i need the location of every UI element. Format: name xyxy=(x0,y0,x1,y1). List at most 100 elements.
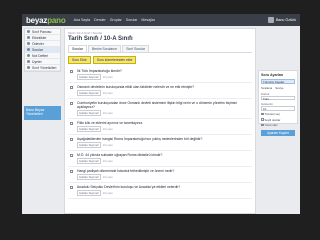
tab-questions[interactable]: Sorular xyxy=(68,45,87,52)
sort-option-b[interactable]: Seviye xyxy=(275,86,283,90)
question-type-tag: Çoktan Seçmeli xyxy=(77,110,101,116)
managers-icon xyxy=(27,66,30,69)
top-bar: beyazpano Ana Sayfa Dersler Gruplar Soru… xyxy=(22,14,300,26)
question-type-tag: Çoktan Seçmeli xyxy=(77,190,101,196)
app-window: beyazpano Ana Sayfa Dersler Gruplar Soru… xyxy=(22,14,300,214)
checkbox[interactable] xyxy=(261,123,264,127)
question-item[interactable]: Fiilin kök ve eklerini ayırınız ve tanım… xyxy=(68,119,252,135)
question-meta: Çoktan Seçmeli 10 puan xyxy=(77,110,250,116)
question-type-tag: Çoktan Seçmeli xyxy=(77,158,101,164)
question-type-tag: Çoktan Seçmeli xyxy=(77,74,101,80)
sort-options: Sıralama Seviye xyxy=(261,86,295,90)
homework-icon xyxy=(27,42,30,45)
calendar-icon xyxy=(27,36,30,39)
question-text: İlk Türk İmparatorluğu kimdir? xyxy=(77,69,122,73)
sidebar: Sınıf Panosu Etkinlikler Ödevler Sorular… xyxy=(24,28,61,72)
question-text: Fiilin kök ve eklerini ayırınız ve tanım… xyxy=(77,121,144,125)
checkbox[interactable] xyxy=(261,118,264,121)
user-menu[interactable]: Banu Öztürk xyxy=(268,17,296,23)
settings-panel: Soru Ayarları Tümünü Kaydet Sıralama Sev… xyxy=(258,70,298,136)
question-checkbox[interactable] xyxy=(70,121,73,125)
option-label: Tümünü seç xyxy=(264,112,280,116)
question-list: İlk Türk İmparatorluğu kimdir? Çoktan Seç… xyxy=(65,67,255,199)
question-type-tag: Çoktan Seçmeli xyxy=(77,90,101,96)
action-bar: Soru Ekle Soru kümelerinden ekle xyxy=(68,56,252,64)
question-text: Anadolu Selçuklu Devleti'nin kuruluşu ve… xyxy=(77,185,181,189)
sidebar-item-label: Sınıf Panosu xyxy=(32,29,52,34)
question-text: Aşağıdakilerden hangisi Roma İmparatorlu… xyxy=(77,137,203,141)
sort-option-a[interactable]: Sıralama xyxy=(261,86,272,90)
main-panel: Tarih / 10-A Sınıf / Sorular Tarih Sınıf… xyxy=(64,28,256,214)
question-checkbox[interactable] xyxy=(70,85,73,89)
question-meta: Çoktan Seçmeli 10 puan xyxy=(77,74,250,80)
tab-bar: Sorular Benim Sorularım Sınıf Sorular xyxy=(68,45,252,53)
sidebar-item-label: Sınıf Yöneticileri xyxy=(32,65,57,70)
question-points: 10 puan xyxy=(102,191,113,195)
user-name: Banu Öztürk xyxy=(276,18,296,22)
question-points: 10 puan xyxy=(102,175,113,179)
option-label: Seçili olanlar xyxy=(264,117,281,122)
question-text: Cumhuriyetin kuruluşundan önce Osmanlı d… xyxy=(77,101,237,109)
question-text: Hangi padişah döneminde İstanbul fethedi… xyxy=(77,169,175,173)
nav-groups[interactable]: Gruplar xyxy=(110,18,122,22)
question-item[interactable]: Anadolu Selçuklu Devleti'nin kuruluşu ve… xyxy=(68,183,252,199)
avatar xyxy=(268,17,275,23)
question-points: 10 puan xyxy=(102,127,113,131)
nav-home[interactable]: Ana Sayfa xyxy=(74,18,91,22)
count-select[interactable]: 10 xyxy=(261,106,295,111)
question-points: 10 puan xyxy=(102,111,113,115)
notebook-icon xyxy=(27,54,30,57)
question-item[interactable]: İlk Türk İmparatorluğu kimdir? Çoktan Seç… xyxy=(68,67,252,83)
sidebar-item-managers[interactable]: Sınıf Yöneticileri xyxy=(25,65,60,71)
question-text: Osmanlı devletinin kuruluşunda etkili ol… xyxy=(77,85,195,89)
info-box-line2: Yöneticileri xyxy=(26,112,43,116)
question-meta: Çoktan Seçmeli 10 puan xyxy=(77,90,250,96)
question-item[interactable]: Cumhuriyetin kuruluşundan önce Osmanlı d… xyxy=(68,99,252,119)
members-icon xyxy=(27,60,30,63)
question-checkbox[interactable] xyxy=(70,137,73,141)
question-checkbox[interactable] xyxy=(70,101,73,105)
option-selected[interactable]: Seçili olanlar xyxy=(261,118,295,122)
nav-questions[interactable]: Sorular xyxy=(126,18,138,22)
sidebar-item-label: Not Defteri xyxy=(32,53,49,58)
sidebar-item-label: Üyeler xyxy=(32,59,42,64)
question-checkbox[interactable] xyxy=(70,185,73,189)
question-points: 10 puan xyxy=(102,143,113,147)
tab-my-questions[interactable]: Benim Sorularım xyxy=(87,45,122,52)
question-item[interactable]: Aşağıdakilerden hangisi Roma İmparatorlu… xyxy=(68,135,252,151)
question-type-tag: Çoktan Seçmeli xyxy=(77,126,101,132)
logo[interactable]: beyazpano xyxy=(26,16,66,25)
nav-messages[interactable]: Mesajlar xyxy=(141,18,155,22)
sidebar-info-box[interactable]: Banu Beyaz Yöneticileri xyxy=(24,106,61,120)
option-select-all[interactable]: Tümünü seç xyxy=(261,112,295,116)
option-answered[interactable]: Yanıtı olan xyxy=(261,123,295,127)
question-item[interactable]: Hangi padişah döneminde İstanbul fethedi… xyxy=(68,167,252,183)
question-points: 10 puan xyxy=(102,75,113,79)
question-meta: Çoktan Seçmeli 10 puan xyxy=(77,126,250,132)
tab-class-questions[interactable]: Sınıf Sorular xyxy=(122,45,150,52)
question-meta: Çoktan Seçmeli 10 puan xyxy=(77,158,250,164)
question-checkbox[interactable] xyxy=(70,153,73,157)
add-question-button[interactable]: Soru Ekle xyxy=(68,56,91,64)
nav-courses[interactable]: Dersler xyxy=(94,18,106,22)
question-checkbox[interactable] xyxy=(70,69,73,73)
checkbox[interactable] xyxy=(261,112,264,116)
logo-text-a: beyaz xyxy=(26,15,48,25)
question-text: M.Ö. 44 yılında suikaste uğrayan Roma di… xyxy=(77,153,163,157)
sidebar-item-label: Ödevler xyxy=(32,41,44,46)
question-type-tag: Çoktan Seçmeli xyxy=(77,142,101,148)
add-from-set-button[interactable]: Soru kümelerinden ekle xyxy=(92,56,137,64)
board-icon xyxy=(27,30,30,33)
question-icon xyxy=(27,48,30,51)
question-type-select[interactable]: Tümünü Kaydet xyxy=(261,79,295,84)
page-title: Tarih Sınıfı / 10-A Sınıfı xyxy=(68,36,133,42)
apply-settings-button[interactable]: Ayarları Kaydet xyxy=(261,130,295,136)
question-checkbox[interactable] xyxy=(70,169,73,173)
logo-text-b: pano xyxy=(47,15,66,25)
option-label: Yanıtı olan xyxy=(264,123,278,127)
level-select[interactable]: Tüm xyxy=(261,95,295,100)
question-item[interactable]: M.Ö. 44 yılında suikaste uğrayan Roma di… xyxy=(68,151,252,167)
question-meta: Çoktan Seçmeli 10 puan xyxy=(77,190,250,196)
question-item[interactable]: Osmanlı devletinin kuruluşunda etkili ol… xyxy=(68,83,252,99)
top-nav: Ana Sayfa Dersler Gruplar Sorular Mesajl… xyxy=(74,18,159,22)
